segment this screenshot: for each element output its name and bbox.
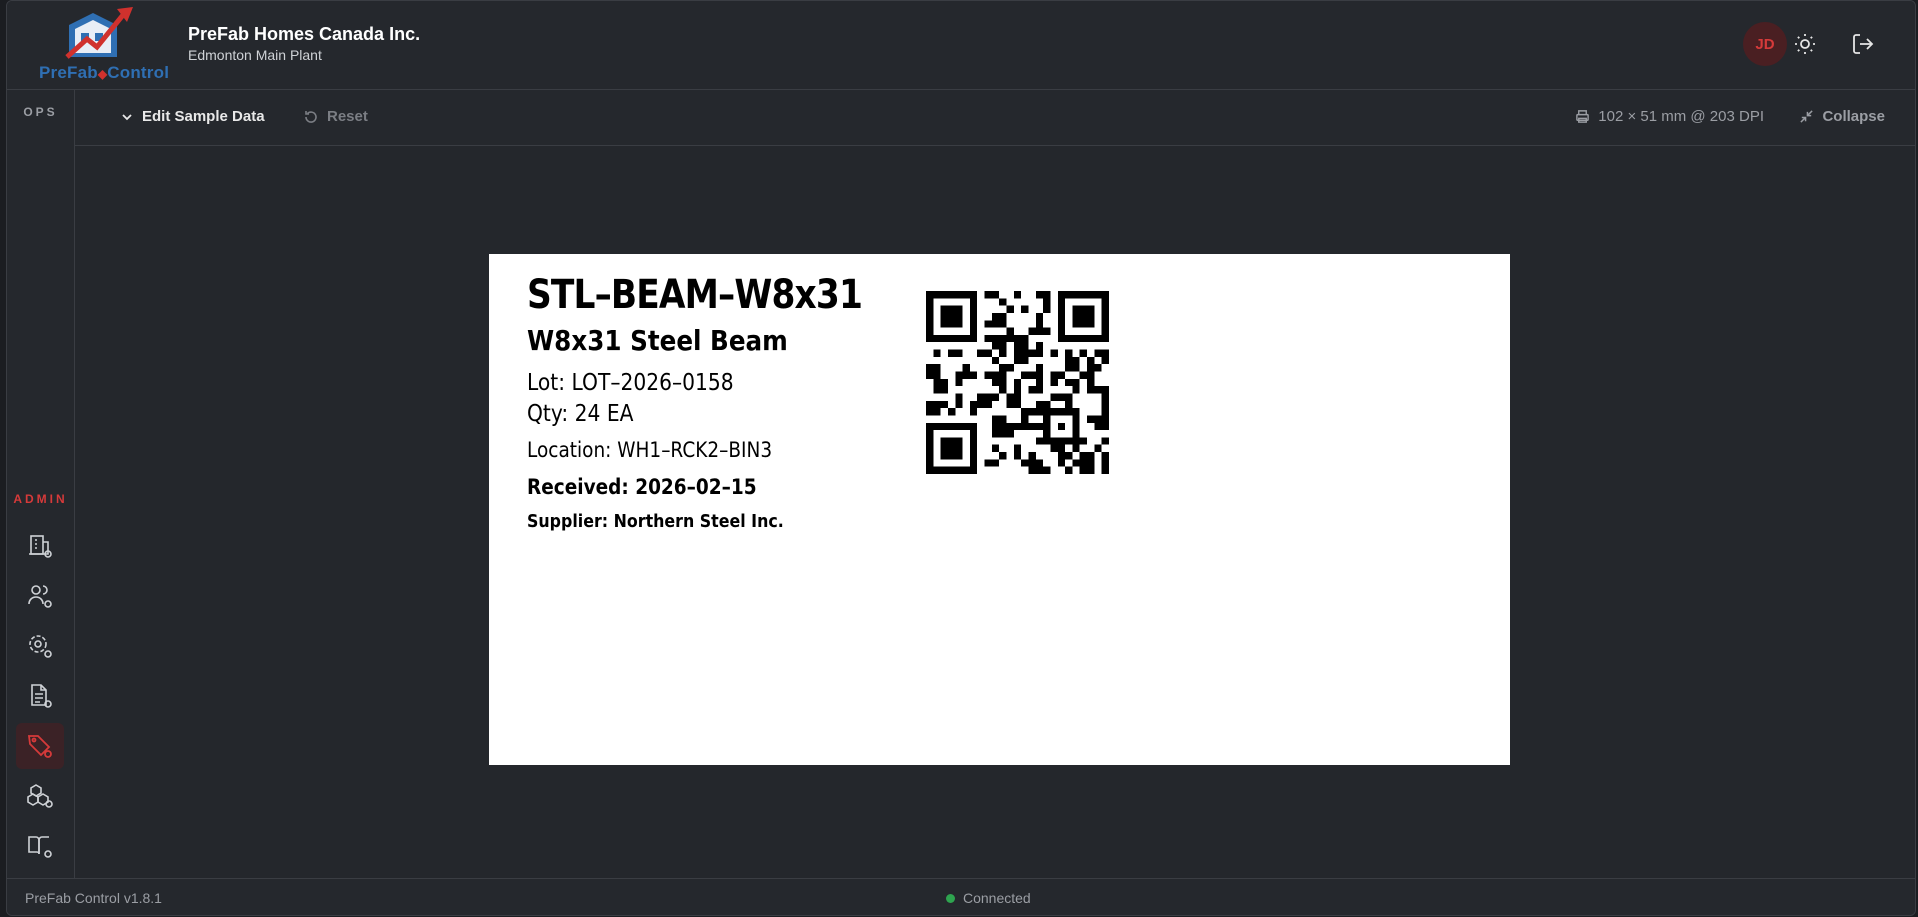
logo-graphic-icon: [65, 7, 133, 59]
edit-sample-data-label: Edit Sample Data: [142, 108, 265, 125]
sidebar-item-documents[interactable]: [16, 673, 64, 719]
reset-icon: [305, 110, 317, 123]
chevron-down-icon: [122, 113, 132, 120]
company-name: PreFab Homes Canada Inc.: [188, 24, 421, 44]
reset-button[interactable]: Reset: [303, 108, 368, 125]
collapse-icon: [1800, 110, 1814, 123]
plant-name: Edmonton Main Plant: [188, 47, 322, 63]
app-window: PreFab◆Control PreFab Homes Canada Inc. …: [6, 0, 1916, 916]
label-qty: Qty: 24 EA: [527, 401, 634, 427]
label-item-name: W8x31 Steel Beam: [527, 324, 788, 357]
sidebar-item-materials[interactable]: [16, 773, 64, 819]
logout-button[interactable]: [1851, 32, 1875, 56]
app-version: PreFab Control v1.8.1: [25, 890, 162, 906]
status-dot-icon: [946, 893, 955, 903]
user-avatar[interactable]: JD: [1743, 22, 1787, 66]
status-bar: PreFab Control v1.8.1 Connected: [7, 878, 1915, 915]
sun-icon: [1795, 34, 1815, 54]
logo-dot: ◆: [97, 67, 108, 81]
logout-icon: [1853, 34, 1874, 54]
users-settings-icon: [28, 585, 52, 608]
section-admin-label: ADMIN: [13, 492, 68, 506]
printer-icon: [1576, 110, 1590, 123]
label-dimensions-text: 102 × 51 mm @ 203 DPI: [1598, 108, 1764, 125]
label-lot: Lot: LOT–2026–0158: [527, 370, 734, 396]
collapse-button[interactable]: Collapse: [1799, 108, 1885, 125]
book-settings-icon: [28, 836, 52, 858]
label-received: Received: 2026–02–15: [527, 475, 757, 499]
qr-code: [926, 291, 1109, 474]
app-header: PreFab◆Control PreFab Homes Canada Inc. …: [7, 1, 1915, 90]
label-item-code: STL–BEAM–W8x31: [527, 272, 863, 318]
logo-text-control: Control: [107, 63, 170, 82]
sidebar-item-users[interactable]: [16, 573, 64, 619]
label-preview-canvas: STL–BEAM–W8x31 W8x31 Steel Beam Lot: LOT…: [75, 146, 1915, 878]
section-ops-label: OPS: [23, 105, 58, 119]
theme-toggle-button[interactable]: [1793, 32, 1817, 56]
connection-status-text: Connected: [963, 890, 1031, 906]
sidebar-item-docs[interactable]: [16, 823, 64, 869]
reset-label: Reset: [327, 108, 368, 125]
label-dimensions: 102 × 51 mm @ 203 DPI: [1575, 108, 1764, 125]
tag-settings-icon: [27, 735, 52, 758]
logo-text-prefab: PreFab: [39, 63, 98, 82]
label-supplier: Supplier: Northern Steel Inc.: [527, 511, 784, 532]
label-preview: STL–BEAM–W8x31 W8x31 Steel Beam Lot: LOT…: [489, 254, 1510, 765]
sidebar-item-labels[interactable]: [16, 723, 64, 769]
logo: PreFab◆Control: [37, 5, 177, 85]
preview-toolbar: Edit Sample Data Reset 102 × 51 mm @ 203…: [75, 90, 1915, 146]
connection-status: Connected: [946, 890, 1031, 906]
boxes-settings-icon: [27, 784, 53, 808]
document-settings-icon: [31, 684, 52, 708]
collapse-label: Collapse: [1822, 108, 1885, 125]
sidebar: OPS ADMIN: [7, 90, 75, 878]
sidebar-item-settings[interactable]: [16, 623, 64, 669]
gear-settings-icon: [29, 635, 52, 658]
edit-sample-data-button[interactable]: Edit Sample Data: [120, 108, 265, 125]
label-location: Location: WH1–RCK2–BIN3: [527, 438, 773, 462]
building-settings-icon: [29, 535, 52, 558]
sidebar-item-facilities[interactable]: [16, 523, 64, 569]
